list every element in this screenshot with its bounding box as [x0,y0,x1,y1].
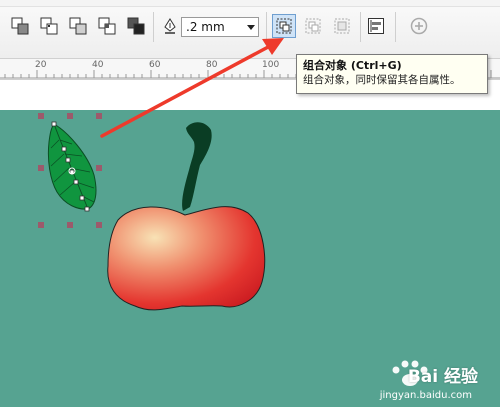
outline-width-value: .2 mm [186,20,225,34]
toolbar-separator [266,12,267,42]
ruler-label: 80 [206,60,218,70]
outline-width-select[interactable]: .2 mm [181,17,259,37]
intersect-icon[interactable] [95,14,119,38]
tooltip-description: 组合对象，同时保留其各自属性。 [303,74,461,86]
add-icon[interactable] [407,14,431,38]
apple-stem[interactable] [182,122,212,211]
pen-nib-icon[interactable] [158,14,182,38]
property-bar: .2 mm [0,0,500,59]
group-tooltip: 组合对象 (Ctrl+G) 组合对象，同时保留其各自属性。 [296,54,488,94]
chevron-down-icon [247,25,255,30]
align-distribute-icon[interactable] [364,14,388,38]
trim-icon[interactable] [66,14,90,38]
ruler-label: 60 [149,60,161,70]
toolbar-top-strip [0,0,500,7]
group-objects-button[interactable] [272,14,296,38]
ungroup-icon[interactable] [301,14,325,38]
ruler-label: 100 [262,60,280,70]
watermark-brand: Bai 经验 [407,367,478,387]
ruler-label: 40 [92,60,104,70]
weld-icon[interactable] [37,14,61,38]
front-minus-back-icon[interactable] [124,14,148,38]
toolbar-separator [360,12,361,42]
leaf[interactable] [47,121,97,212]
toolbar-separator [395,12,396,42]
tooltip-title: 组合对象 (Ctrl+G) [303,59,402,72]
watermark-url: jingyan.baidu.com [379,390,472,401]
toolbar-separator [153,12,154,42]
apple-body[interactable] [107,206,266,311]
combine-icon[interactable] [8,14,32,38]
group-objects-icon [276,18,292,34]
ruler-label: 20 [35,60,47,70]
ungroup-all-icon[interactable] [330,14,354,38]
